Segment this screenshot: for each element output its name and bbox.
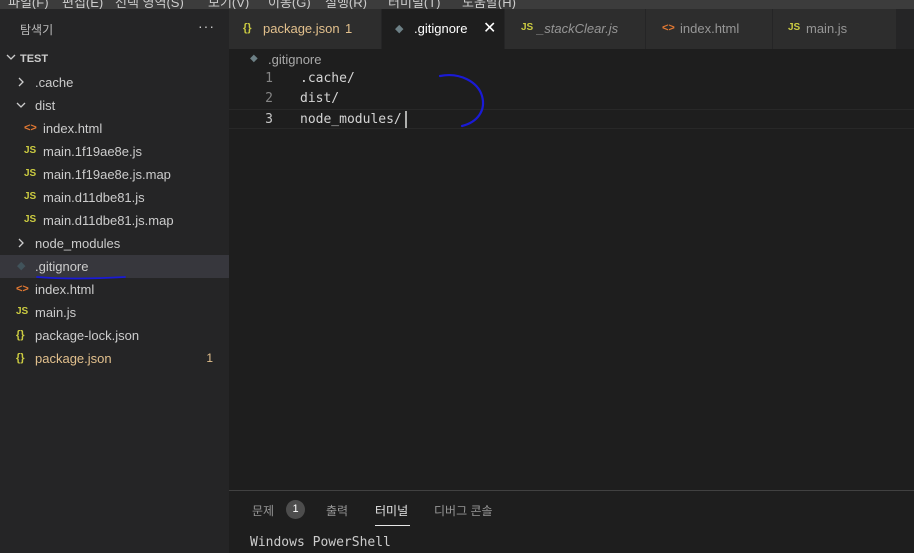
tree-file-main-1f19-js[interactable]: JS main.1f19ae8e.js (0, 140, 229, 163)
problems-count-badge: 1 (286, 500, 305, 519)
tab-package-json[interactable]: {} package.json 1 (229, 9, 382, 49)
tab-stackclear-js[interactable]: JS _stackClear.js (505, 9, 646, 49)
tree-file-package-json[interactable]: {} package.json 1 (0, 347, 229, 370)
html-file-icon: <> (16, 283, 29, 295)
terminal-output[interactable]: Windows PowerShell (250, 535, 391, 550)
workspace-section-header[interactable]: TEST (0, 49, 229, 71)
tab-label: _stackClear.js (537, 21, 619, 36)
tree-item-label: main.1f19ae8e.js.map (43, 167, 171, 182)
menu-selection[interactable]: 선택 영역(S) (115, 0, 184, 9)
menu-go[interactable]: 이동(G) (268, 0, 311, 9)
menu-help[interactable]: 도움말(H) (462, 0, 516, 9)
line-number: 1 (265, 71, 273, 86)
line-text: .cache/ (300, 71, 355, 86)
tree-file-main-js[interactable]: JS main.js (0, 301, 229, 324)
js-file-icon: JS (521, 22, 534, 33)
panel-tab-label: 터미널 (375, 504, 409, 518)
json-file-icon: {} (16, 329, 25, 341)
git-file-icon: ◆ (17, 260, 26, 272)
html-file-icon: <> (662, 22, 675, 34)
text-cursor (405, 111, 407, 128)
js-file-icon: JS (16, 306, 29, 317)
menu-run[interactable]: 실행(R) (325, 0, 367, 9)
js-file-icon: JS (24, 168, 37, 179)
tree-file-main-d11d-js[interactable]: JS main.d11dbe81.js (0, 186, 229, 209)
tree-item-label: package.json (35, 351, 112, 366)
tree-file-main-1f19-js-map[interactable]: JS main.1f19ae8e.js.map (0, 163, 229, 186)
chevron-down-icon (16, 102, 26, 108)
tree-file-index-html[interactable]: <> index.html (0, 278, 229, 301)
tree-folder-node-modules[interactable]: node_modules (0, 232, 229, 255)
chevron-right-icon (18, 77, 24, 87)
menu-view[interactable]: 보기(V) (208, 0, 249, 9)
tree-file-dist-index-html[interactable]: <> index.html (0, 117, 229, 140)
js-file-icon: JS (24, 214, 37, 225)
js-file-icon: JS (24, 145, 37, 156)
tab-gitignore[interactable]: ◆ .gitignore ✕ (382, 9, 505, 49)
js-file-icon: JS (24, 191, 37, 202)
line-text: node_modules/ (300, 112, 402, 127)
tree-item-label: node_modules (35, 236, 121, 251)
tree-file-gitignore[interactable]: ◆ .gitignore (0, 255, 229, 278)
menu-bar: 파일(F) 편집(E) 선택 영역(S) 보기(V) 이동(G) 실행(R) 터… (0, 0, 914, 9)
tree-item-label: dist (35, 98, 56, 113)
explorer-sidebar: 탐색기 ··· TEST .cache dist <> index.html J… (0, 9, 229, 553)
editor-tab-bar: {} package.json 1 ◆ .gitignore ✕ JS _sta… (229, 9, 914, 49)
active-tab-underline (375, 525, 410, 526)
menu-terminal[interactable]: 터미널(T) (388, 0, 440, 9)
tab-label: main.js (806, 21, 848, 36)
close-icon[interactable]: ✕ (483, 18, 496, 38)
git-file-icon: ◆ (395, 23, 404, 35)
line-number: 2 (265, 91, 273, 106)
tree-item-label: main.d11dbe81.js.map (43, 213, 174, 228)
line-number: 3 (265, 112, 273, 127)
tab-label: package.json (263, 21, 340, 36)
workspace-label: TEST (20, 53, 49, 65)
problem-count-badge: 1 (206, 351, 213, 365)
chevron-right-icon (18, 238, 24, 248)
html-file-icon: <> (24, 122, 37, 134)
tree-item-label: package-lock.json (35, 328, 140, 343)
tree-folder-cache[interactable]: .cache (0, 71, 229, 94)
js-file-icon: JS (788, 22, 801, 33)
tree-item-label: main.1f19ae8e.js (43, 144, 143, 159)
tree-file-package-lock-json[interactable]: {} package-lock.json (0, 324, 229, 347)
menu-file[interactable]: 파일(F) (8, 0, 49, 9)
tree-folder-dist[interactable]: dist (0, 94, 229, 117)
git-file-icon: ◆ (250, 53, 258, 64)
code-editor[interactable]: 1 .cache/ 2 dist/ 3 node_modules/ (229, 69, 914, 490)
tree-item-label: main.d11dbe81.js (43, 190, 145, 205)
json-file-icon: {} (243, 22, 252, 34)
tab-index-html[interactable]: <> index.html (646, 9, 773, 49)
panel-tab-label: 출력 (326, 504, 349, 518)
line-text: dist/ (300, 91, 340, 106)
menu-edit[interactable]: 편집(E) (62, 0, 103, 9)
tree-item-label: .gitignore (35, 259, 89, 274)
tab-main-js[interactable]: JS main.js (773, 9, 897, 49)
breadcrumb-file[interactable]: .gitignore (268, 52, 321, 67)
code-line[interactable]: 1 .cache/ (229, 69, 914, 89)
tree-item-label: main.js (35, 305, 77, 320)
tree-item-label: index.html (35, 282, 95, 297)
bottom-panel: 문제 1 출력 터미널 디버그 콘솔 Windows PowerShell (229, 490, 914, 553)
explorer-title: 탐색기 (20, 23, 54, 37)
chevron-down-icon (6, 54, 16, 60)
tab-label: index.html (680, 21, 740, 36)
code-line-current[interactable]: 3 node_modules/ (229, 109, 914, 129)
tab-problem-count: 1 (345, 21, 353, 36)
more-actions-icon[interactable]: ··· (198, 18, 215, 34)
panel-tab-label: 디버그 콘솔 (434, 504, 493, 518)
tree-item-label: .cache (35, 75, 74, 90)
tree-file-main-d11d-js-map[interactable]: JS main.d11dbe81.js.map (0, 209, 229, 232)
panel-tab-label: 문제 (252, 504, 275, 518)
code-line[interactable]: 2 dist/ (229, 89, 914, 109)
tree-item-label: index.html (43, 121, 103, 136)
tab-label: .gitignore (414, 21, 468, 36)
json-file-icon: {} (16, 352, 25, 364)
